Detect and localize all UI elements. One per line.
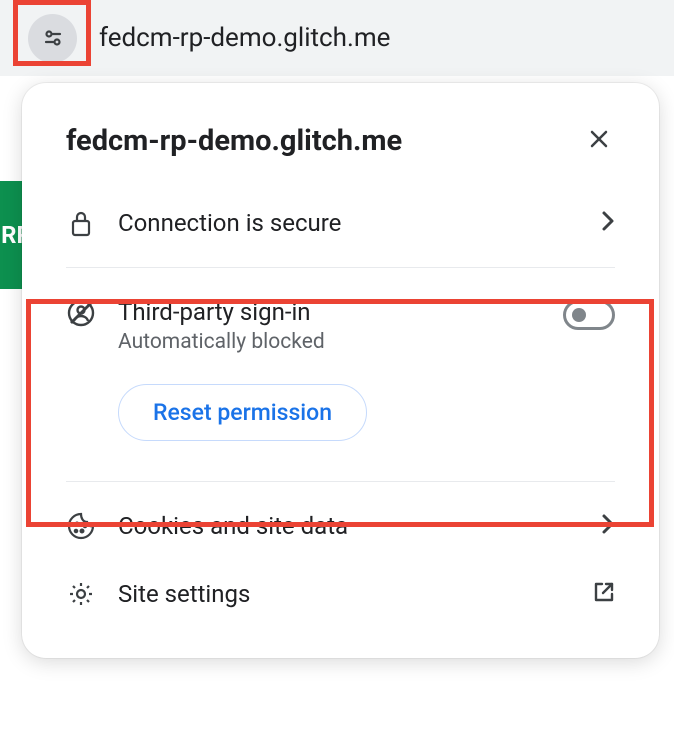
cookie-icon: [66, 512, 96, 540]
blocked-signin-icon: [66, 298, 96, 328]
popup-header: fedcm-rp-demo.glitch.me: [22, 123, 659, 189]
external-link-icon: [593, 581, 615, 607]
popup-title: fedcm-rp-demo.glitch.me: [66, 124, 402, 158]
site-settings-row[interactable]: Site settings: [22, 560, 659, 628]
signin-title: Third-party sign-in: [118, 298, 563, 326]
site-settings-label: Site settings: [118, 580, 593, 608]
lock-icon: [66, 209, 96, 237]
site-info-popup: fedcm-rp-demo.glitch.me Connection is se…: [22, 83, 659, 658]
signin-toggle[interactable]: [563, 300, 615, 330]
cookies-row[interactable]: Cookies and site data: [22, 492, 659, 560]
address-url[interactable]: fedcm-rp-demo.glitch.me: [99, 23, 390, 53]
chevron-right-icon: [601, 210, 615, 236]
connection-row[interactable]: Connection is secure: [22, 189, 659, 257]
reset-permission-button[interactable]: Reset permission: [118, 384, 367, 441]
close-icon: [587, 127, 611, 151]
cookies-label: Cookies and site data: [118, 512, 601, 540]
third-party-signin-section: Third-party sign-in Automatically blocke…: [22, 278, 659, 471]
tune-icon: [41, 26, 65, 50]
address-bar: fedcm-rp-demo.glitch.me: [0, 0, 674, 76]
divider: [66, 267, 615, 268]
divider: [66, 481, 615, 482]
signin-subtitle: Automatically blocked: [118, 330, 563, 354]
chevron-right-icon: [601, 513, 615, 539]
close-button[interactable]: [583, 123, 615, 159]
site-info-button[interactable]: [28, 14, 77, 63]
gear-icon: [66, 580, 96, 608]
connection-label: Connection is secure: [118, 209, 601, 237]
toggle-knob: [572, 308, 586, 322]
